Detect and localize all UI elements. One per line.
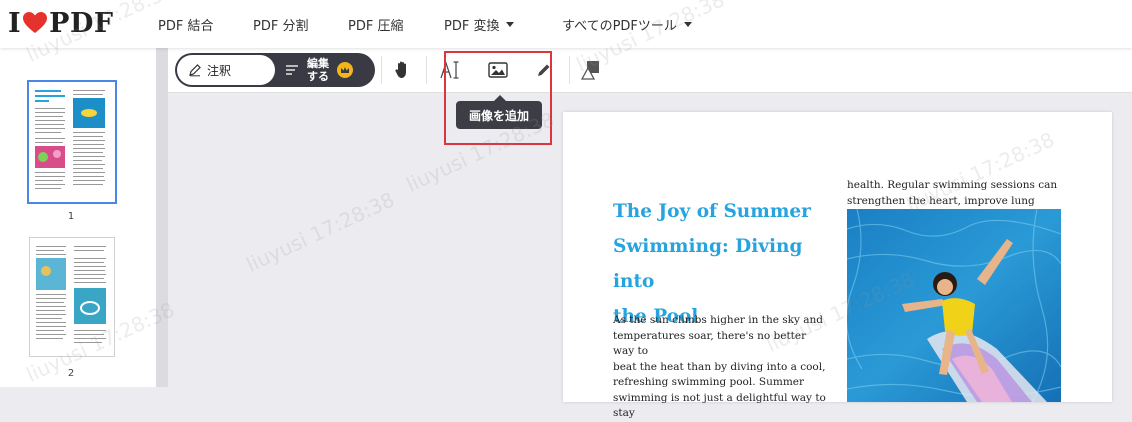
nav-all-pdf-tools[interactable]: すべてのPDFツール [562, 0, 692, 48]
nav-convert-pdf-label: PDF 変換 [444, 18, 500, 34]
nav-convert-pdf[interactable]: PDF 変換 [444, 0, 515, 48]
hand-icon [395, 61, 406, 78]
page-number-1: 1 [67, 211, 75, 222]
toolbar-divider [426, 56, 427, 84]
logo-suffix: PDF [49, 7, 114, 39]
nav-all-pdf-tools-label: すべてのPDFツール [562, 18, 677, 34]
annotate-mode-label: 注釈 [207, 63, 232, 78]
nav-compress-pdf-label: PDF 圧縮 [348, 18, 404, 34]
edit-mode-button[interactable]: 編集 する [285, 53, 375, 87]
list-icon [286, 65, 298, 75]
pencil-icon [189, 64, 201, 77]
nav-compress-pdf[interactable]: PDF 圧縮 [348, 0, 403, 48]
crown-icon [337, 62, 353, 78]
highlight-box [444, 51, 552, 145]
nav-merge-pdf-label: PDF 結合 [158, 18, 214, 34]
top-navigation-bar: I PDF PDF 結合 PDF 分割 PDF 圧縮 PDF 変換 すべてのPD… [0, 0, 1132, 48]
nav-merge-pdf[interactable]: PDF 結合 [158, 0, 213, 48]
article-title-line: Swimming: Diving into [613, 236, 803, 292]
edit-mode-label: 編集 する [307, 57, 329, 83]
nav-split-pdf-label: PDF 分割 [253, 18, 309, 34]
article-title-line: The Joy of Summer [613, 201, 811, 222]
document-page[interactable]: The Joy of Summer Swimming: Diving into … [563, 112, 1112, 419]
page-thumbnail-sidebar: 1 2 [0, 48, 156, 387]
hand-tool-button[interactable] [387, 54, 419, 86]
page-thumbnail-2-preview [30, 238, 114, 356]
ilovepdf-logo[interactable]: I PDF [8, 7, 114, 39]
edit-mode-label-line1: 編集 [307, 57, 329, 70]
chevron-down-icon [683, 21, 692, 27]
pool-photo-image [847, 209, 1061, 402]
shapes-icon [580, 61, 599, 80]
editor-toolbar: 注釈 編集 する [168, 48, 1132, 93]
watermark: liuyusi 17:28:38 [242, 187, 399, 277]
toolbar-divider [381, 56, 382, 84]
annotate-mode-button[interactable]: 注釈 [177, 55, 275, 85]
sidebar-scrollbar[interactable] [156, 48, 168, 387]
chevron-down-icon [506, 21, 515, 27]
heart-icon [23, 12, 48, 33]
body-line: temperatures soar, there's no better way… [613, 329, 807, 358]
page-thumbnail-1[interactable] [27, 80, 117, 204]
page-thumbnail-2[interactable] [29, 237, 115, 357]
shapes-tool-button[interactable] [574, 54, 606, 86]
body-line: health. Regular swimming sessions can [847, 179, 1058, 191]
body-line: As the sun climbs higher in the sky and [613, 314, 824, 326]
article-body-left[interactable]: As the sun climbs higher in the sky and … [613, 313, 828, 422]
edit-mode-label-line2: する [307, 70, 329, 83]
logo-prefix: I [8, 7, 22, 39]
body-line: swimming is not just a delightful way to… [613, 391, 826, 420]
toolbar-divider [569, 56, 570, 84]
nav-split-pdf[interactable]: PDF 分割 [253, 0, 308, 48]
page-thumbnail-1-preview [29, 82, 113, 200]
body-line: beat the heat than by diving into a cool… [613, 360, 826, 373]
body-line: refreshing swimming pool. Summer [613, 376, 805, 388]
mode-toggle: 注釈 編集 する [175, 53, 375, 87]
page-number-2: 2 [67, 368, 75, 379]
pool-photo[interactable] [847, 209, 1061, 402]
